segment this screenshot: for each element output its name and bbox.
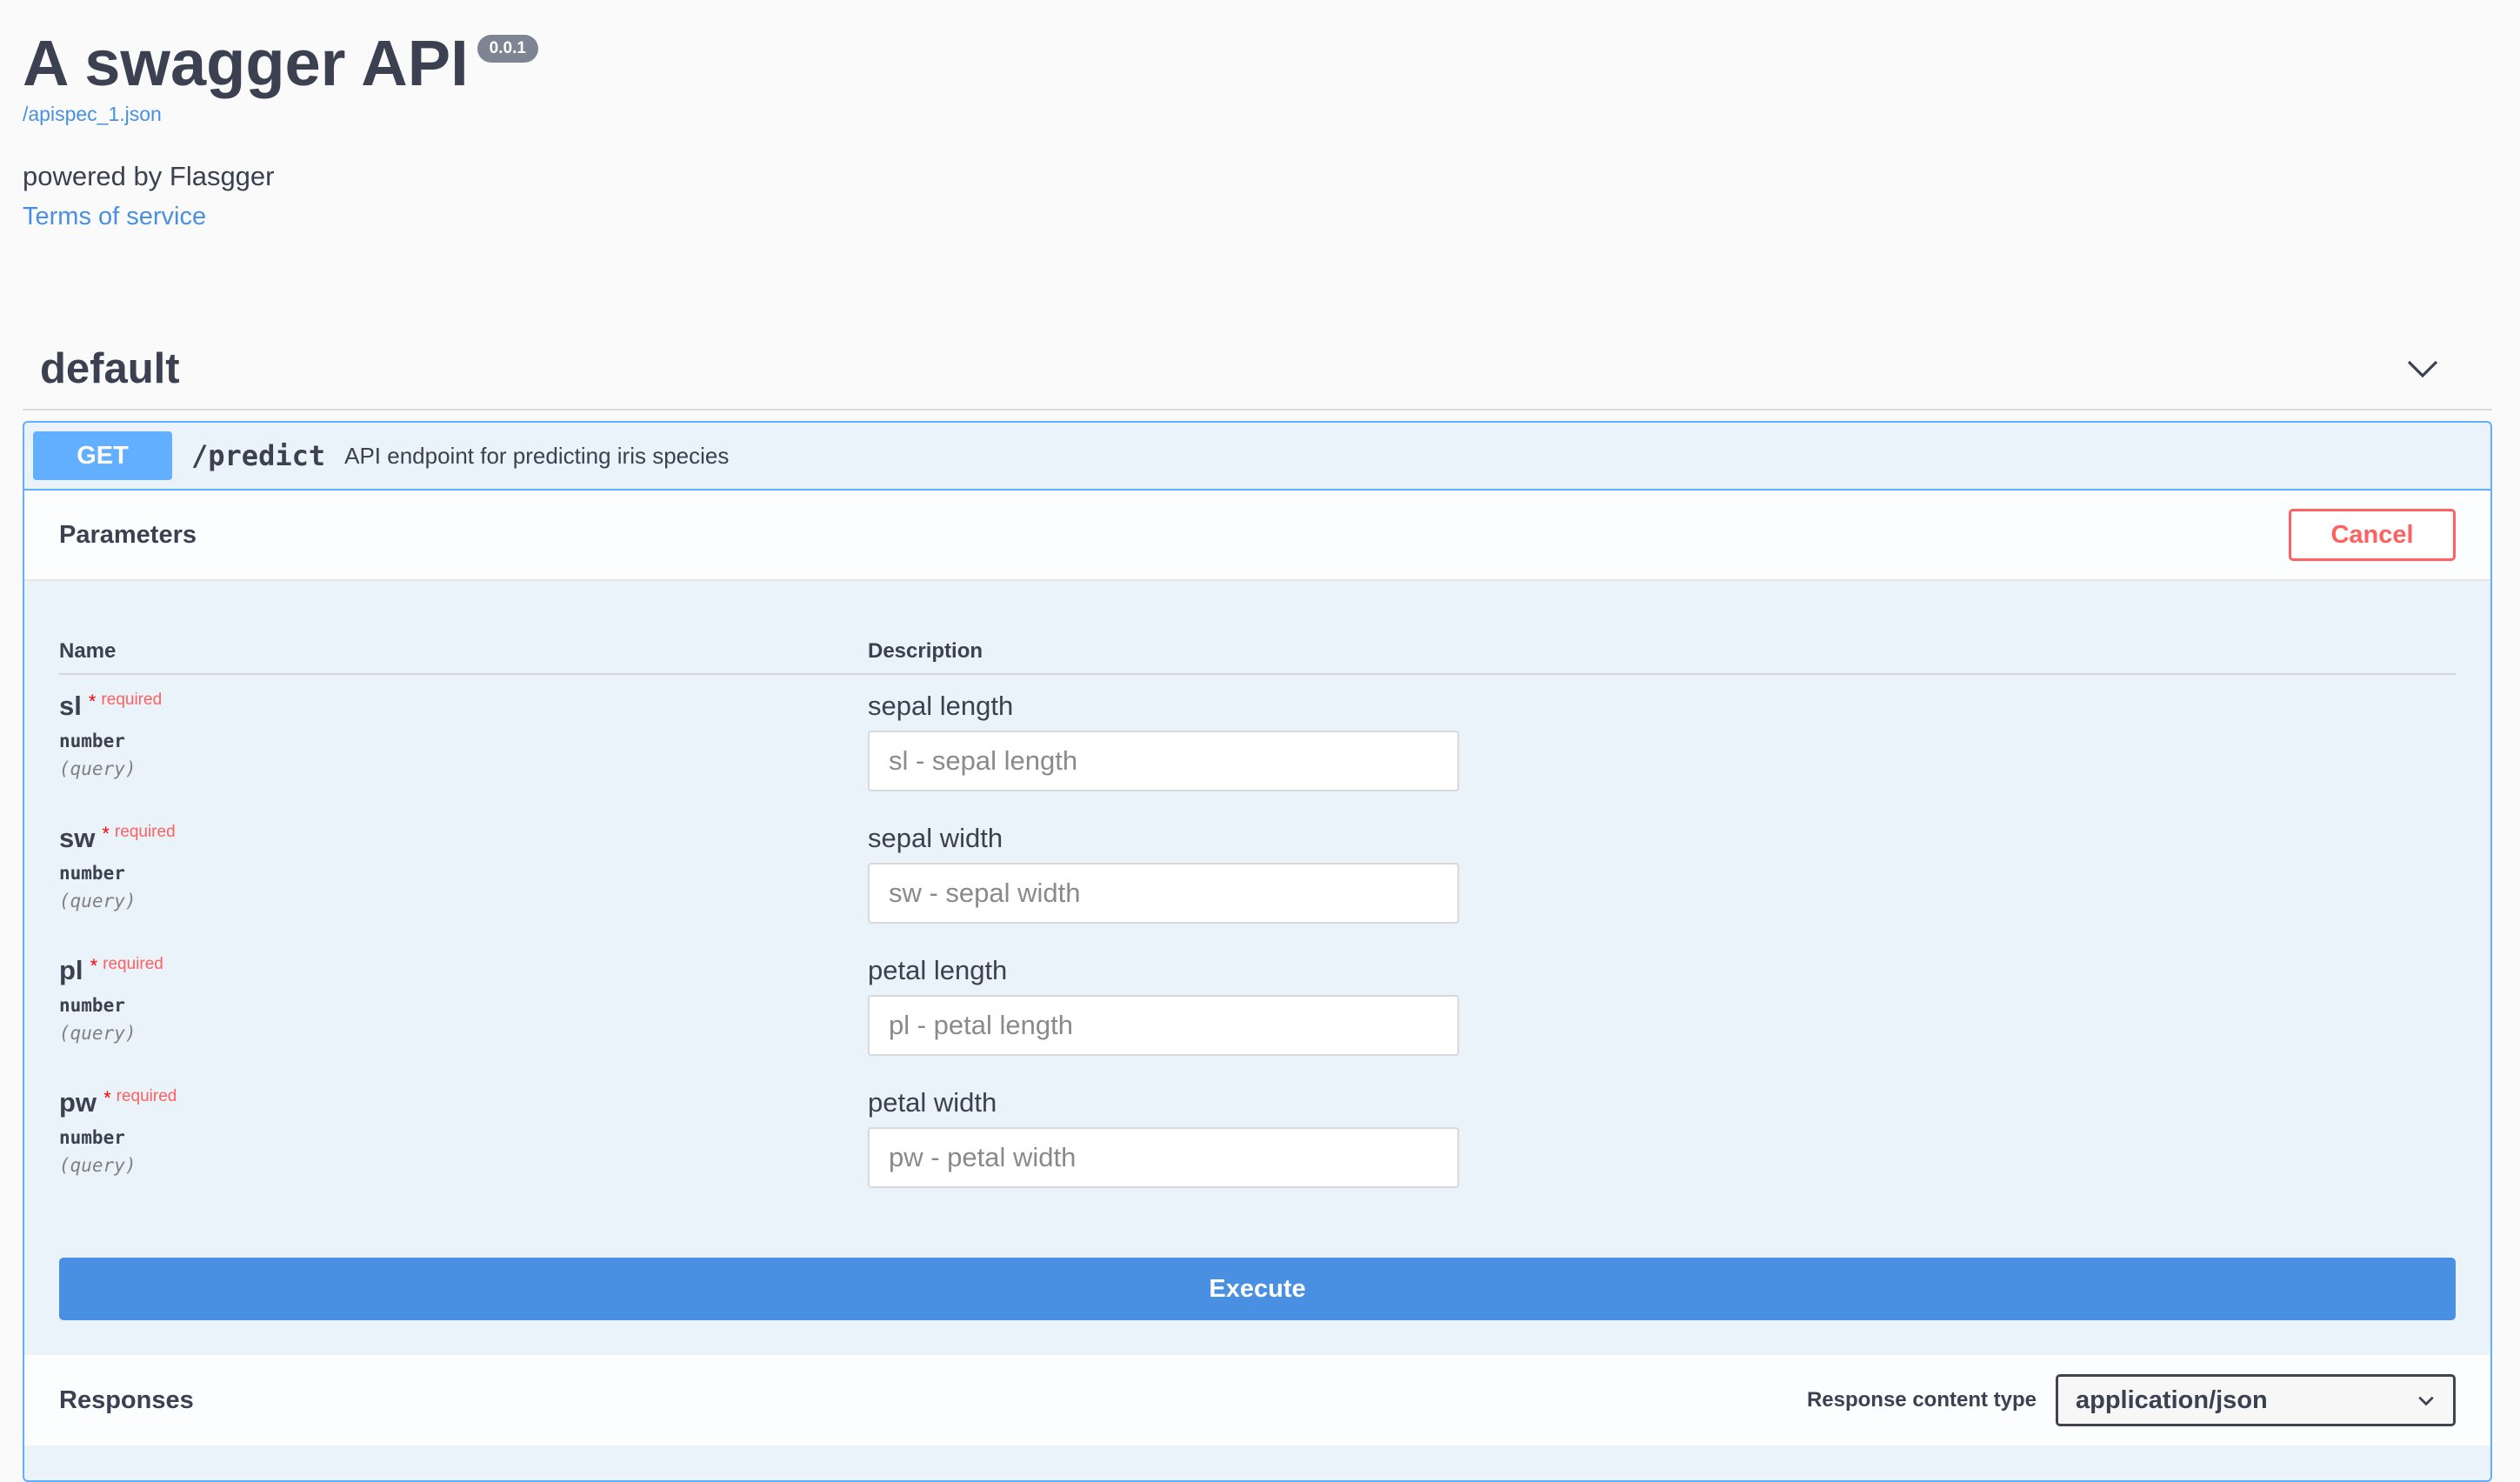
- parameter-name-cell: sw * required number (query): [59, 823, 868, 939]
- spec-link[interactable]: /apispec_1.json: [23, 103, 2492, 126]
- endpoint-summary: API endpoint for predicting iris species: [344, 442, 730, 469]
- parameter-name-cell: pw * required number (query): [59, 1087, 868, 1204]
- response-content-type-label: Response content type: [1806, 1388, 2037, 1412]
- pl-input[interactable]: [868, 995, 1459, 1056]
- chevron-down-icon: [2418, 1396, 2434, 1406]
- parameter-name-cell: sl * required number (query): [59, 691, 868, 807]
- required-star: *: [90, 955, 98, 977]
- api-description: powered by Flasgger: [23, 161, 275, 191]
- required-label: required: [101, 691, 163, 709]
- parameter-row: sl * required number (query) sepal length: [59, 675, 2456, 807]
- parameter-in: (query): [59, 1155, 137, 1176]
- column-name: Name: [59, 639, 117, 663]
- terms-of-service-link[interactable]: Terms of service: [23, 203, 2492, 231]
- parameter-name: sl: [59, 691, 82, 721]
- sw-input[interactable]: [868, 863, 1459, 924]
- tag-name: default: [40, 345, 180, 392]
- operation-summary[interactable]: GET /predict API endpoint for predicting…: [24, 423, 2490, 491]
- required-star: *: [103, 1087, 111, 1109]
- parameter-description-cell: petal width: [868, 1087, 1459, 1204]
- required-star: *: [88, 691, 97, 712]
- parameters-title: Parameters: [59, 520, 197, 549]
- responses-title: Responses: [59, 1385, 194, 1414]
- operation-get-predict: GET /predict API endpoint for predicting…: [23, 421, 2492, 1482]
- column-description: Description: [868, 639, 983, 663]
- parameters-table-header: Name Description: [59, 630, 2456, 675]
- response-content-type-select[interactable]: application/json: [2056, 1374, 2456, 1426]
- sl-input[interactable]: [868, 731, 1459, 791]
- parameter-type: number: [59, 731, 125, 751]
- parameter-name-cell: pl * required number (query): [59, 955, 868, 1071]
- parameter-name: sw: [59, 823, 96, 853]
- endpoint-path: /predict: [191, 439, 326, 472]
- required-star: *: [102, 823, 110, 844]
- parameter-in: (query): [59, 1023, 137, 1044]
- parameter-type: number: [59, 863, 125, 884]
- parameter-description: sepal length: [868, 691, 1014, 721]
- parameter-row: sw * required number (query) sepal width: [59, 807, 2456, 939]
- parameter-row: pl * required number (query) petal length: [59, 939, 2456, 1071]
- parameter-in: (query): [59, 758, 137, 779]
- api-title: A swagger API: [23, 27, 469, 99]
- parameter-description-cell: petal length: [868, 955, 1459, 1071]
- required-label: required: [116, 1087, 177, 1105]
- execute-button[interactable]: Execute: [59, 1258, 2456, 1320]
- parameters-table: Name Description sl * required number (que…: [24, 630, 2490, 1204]
- required-label: required: [103, 955, 163, 973]
- parameter-name: pl: [59, 955, 83, 985]
- title-row: A swagger API 0.0.1: [23, 24, 2492, 103]
- parameter-type: number: [59, 995, 125, 1016]
- tag-section-default[interactable]: default: [23, 329, 2492, 411]
- parameter-in: (query): [59, 891, 137, 911]
- api-info: A swagger API 0.0.1 /apispec_1.json powe…: [23, 24, 2492, 231]
- method-badge: GET: [33, 431, 172, 480]
- responses-header: Responses Response content type applicat…: [24, 1355, 2490, 1445]
- response-content-type: Response content type application/json: [1807, 1374, 2456, 1426]
- parameter-row: pw * required number (query) petal width: [59, 1071, 2456, 1204]
- parameter-description: petal width: [868, 1087, 997, 1118]
- parameter-description: sepal width: [868, 823, 1003, 853]
- parameter-name: pw: [59, 1087, 97, 1118]
- cancel-button[interactable]: Cancel: [2289, 509, 2456, 561]
- pw-input[interactable]: [868, 1127, 1459, 1188]
- parameters-header: Parameters Cancel: [24, 491, 2490, 581]
- required-label: required: [114, 823, 176, 841]
- parameter-description-cell: sepal length: [868, 691, 1459, 807]
- parameter-description: petal length: [868, 955, 1008, 985]
- version-badge: 0.0.1: [477, 35, 538, 63]
- parameter-description-cell: sepal width: [868, 823, 1459, 939]
- parameter-type: number: [59, 1127, 125, 1148]
- chevron-down-icon[interactable]: [2405, 351, 2440, 386]
- response-content-type-value: application/json: [2076, 1385, 2268, 1414]
